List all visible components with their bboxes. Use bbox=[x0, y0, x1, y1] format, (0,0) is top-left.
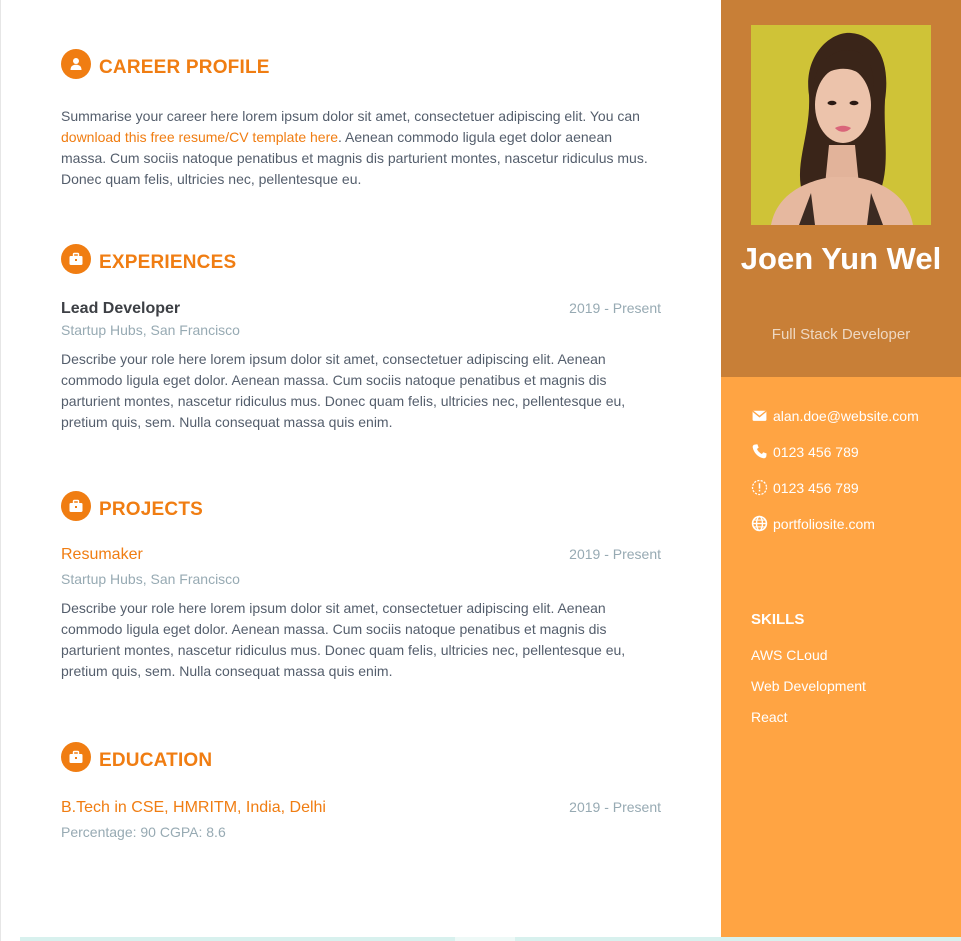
contact-phone[interactable]: 0123 456 789 bbox=[751, 443, 951, 460]
profile-container: Joen Yun Wel Full Stack Developer bbox=[721, 0, 961, 377]
experience-item: Lead Developer 2019 - Present Startup Hu… bbox=[61, 300, 661, 433]
project-company: Startup Hubs, San Francisco bbox=[61, 571, 240, 587]
contact-phone-alt[interactable]: 0123 456 789 bbox=[751, 479, 951, 496]
experience-time: 2019 - Present bbox=[569, 300, 661, 316]
section-header: EDUCATION bbox=[61, 741, 661, 773]
experience-description: Describe your role here lorem ipsum dolo… bbox=[61, 351, 626, 430]
section-header: EXPERIENCES bbox=[61, 243, 661, 275]
section-title: PROJECTS bbox=[99, 498, 204, 520]
alert-circle-icon bbox=[751, 479, 768, 496]
contact-email[interactable]: alan.doe@website.com bbox=[751, 407, 951, 424]
user-icon bbox=[61, 49, 91, 79]
career-profile-section: CAREER PROFILE Summarise your career her… bbox=[61, 48, 661, 190]
experience-header: Lead Developer 2019 - Present bbox=[61, 300, 661, 318]
career-summary: Summarise your career here lorem ipsum d… bbox=[61, 106, 661, 190]
project-description: Describe your role here lorem ipsum dolo… bbox=[61, 600, 626, 679]
envelope-icon bbox=[752, 410, 767, 421]
career-text-before: Summarise your career here lorem ipsum d… bbox=[61, 108, 640, 124]
section-header: PROJECTS bbox=[61, 490, 661, 522]
degree: B.Tech in CSE, HMRITM, India, Delhi bbox=[61, 799, 326, 816]
project-time: 2019 - Present bbox=[569, 546, 661, 562]
globe-icon bbox=[751, 515, 768, 532]
education-header: B.Tech in CSE, HMRITM, India, Delhi 2019… bbox=[61, 799, 661, 817]
section-title: CAREER PROFILE bbox=[99, 56, 270, 78]
project-header: Resumaker 2019 - Present bbox=[61, 546, 661, 564]
bottom-strip bbox=[20, 937, 961, 941]
phone-icon bbox=[752, 444, 767, 459]
briefcase-icon bbox=[61, 491, 91, 521]
skill-item: AWS CLoud bbox=[751, 647, 828, 663]
briefcase-icon bbox=[61, 742, 91, 772]
contact-website-text: portfoliosite.com bbox=[773, 515, 875, 532]
main-content: CAREER PROFILE Summarise your career her… bbox=[0, 0, 721, 941]
project-name: Resumaker bbox=[61, 546, 143, 563]
contact-phone-alt-text: 0123 456 789 bbox=[773, 479, 859, 496]
profile-tagline: Full Stack Developer bbox=[771, 326, 911, 343]
template-download-link[interactable]: download this free resume/CV template he… bbox=[61, 129, 338, 145]
briefcase-icon bbox=[61, 244, 91, 274]
contact-phone-text: 0123 456 789 bbox=[773, 443, 859, 460]
education-details: Percentage: 90 CGPA: 8.6 bbox=[61, 824, 226, 840]
education-item: B.Tech in CSE, HMRITM, India, Delhi 2019… bbox=[61, 799, 661, 840]
job-title: Lead Developer bbox=[61, 300, 181, 317]
education-time: 2019 - Present bbox=[569, 799, 661, 815]
experiences-section: EXPERIENCES Lead Developer 2019 - Presen… bbox=[61, 243, 661, 433]
experience-company: Startup Hubs, San Francisco bbox=[61, 322, 240, 338]
skills-title: SKILLS bbox=[751, 611, 805, 628]
bottom-strip-segment bbox=[455, 937, 515, 941]
profile-name: Joen Yun Wel bbox=[740, 241, 942, 276]
profile-photo bbox=[751, 25, 931, 225]
skill-item: Web Development bbox=[751, 678, 866, 694]
education-section: EDUCATION B.Tech in CSE, HMRITM, India, … bbox=[61, 741, 661, 840]
sidebar: Joen Yun Wel Full Stack Developer alan.d… bbox=[721, 0, 961, 941]
skill-item: React bbox=[751, 709, 788, 725]
section-title: EDUCATION bbox=[99, 749, 213, 771]
section-title: EXPERIENCES bbox=[99, 251, 237, 273]
contact-website[interactable]: portfoliosite.com bbox=[751, 515, 951, 532]
project-item: Resumaker 2019 - Present Startup Hubs, S… bbox=[61, 546, 661, 682]
contact-email-text: alan.doe@website.com bbox=[773, 407, 919, 424]
section-header: CAREER PROFILE bbox=[61, 48, 661, 80]
projects-section: PROJECTS Resumaker 2019 - Present Startu… bbox=[61, 490, 661, 682]
resume-page: CAREER PROFILE Summarise your career her… bbox=[0, 0, 961, 941]
